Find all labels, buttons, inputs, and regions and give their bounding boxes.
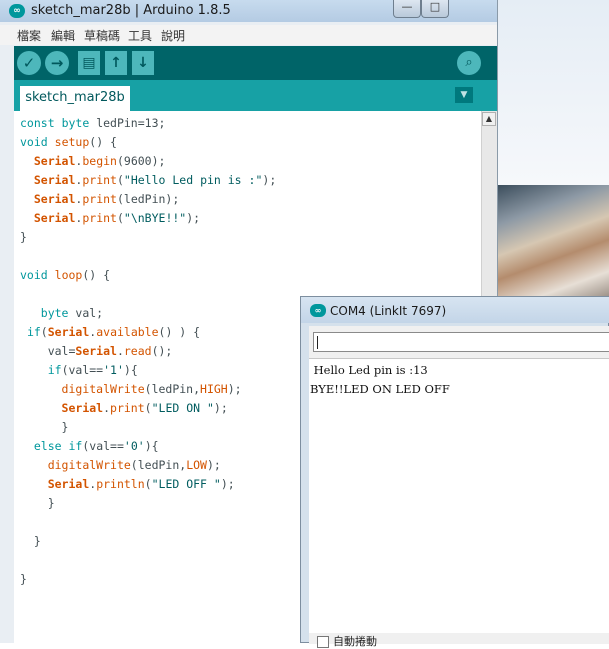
window-title: sketch_mar28b | Arduino 1.8.5 <box>31 3 231 18</box>
upload-arrow-icon[interactable]: → <box>45 51 69 75</box>
serial-output-line: Hello Led pin is :13 <box>310 363 428 377</box>
serial-output[interactable]: Hello Led pin is :13 BYE!!LED ON LED OFF <box>309 358 609 634</box>
serial-monitor-window: ∞ COM4 (LinkIt 7697) Hello Led pin is :1… <box>300 296 609 648</box>
menu-sketch[interactable]: 草稿碼 <box>84 27 120 44</box>
arduino-logo-icon: ∞ <box>310 304 326 317</box>
serial-window-title: COM4 (LinkIt 7697) <box>330 304 447 318</box>
scroll-up-arrow-icon[interactable]: ▲ <box>482 112 496 126</box>
title-bar[interactable]: ∞ sketch_mar28b | Arduino 1.8.5 — □ <box>0 0 497 22</box>
autoscroll-label: 自動捲動 <box>333 635 377 648</box>
desktop-photo <box>497 185 609 303</box>
serial-output-line: BYE!!LED ON LED OFF <box>310 382 450 396</box>
menu-help[interactable]: 說明 <box>161 27 185 44</box>
verify-check-icon[interactable]: ✓ <box>17 51 41 75</box>
serial-send-input[interactable] <box>313 332 609 352</box>
autoscroll-checkbox[interactable] <box>317 636 329 648</box>
tab-sketch[interactable]: sketch_mar28b <box>20 86 130 111</box>
arduino-logo-icon: ∞ <box>9 4 25 18</box>
minimize-button[interactable]: — <box>393 0 421 18</box>
text-caret <box>317 336 318 349</box>
maximize-button[interactable]: □ <box>421 0 449 18</box>
menu-tools[interactable]: 工具 <box>128 27 152 44</box>
serial-title-bar[interactable]: ∞ COM4 (LinkIt 7697) <box>301 297 609 323</box>
menu-edit[interactable]: 編輯 <box>51 27 75 44</box>
serial-footer: 自動捲動 <box>309 633 609 648</box>
open-arrow-up-icon[interactable]: ↑ <box>105 51 127 75</box>
toolbar: ✓ → ▤ ↑ ↓ ⌕ <box>14 46 497 80</box>
desktop-background <box>497 0 609 185</box>
menu-file[interactable]: 檔案 <box>17 27 41 44</box>
new-file-icon[interactable]: ▤ <box>78 51 100 75</box>
code-text[interactable]: const byte ledPin=13; void setup() { Ser… <box>20 114 276 589</box>
tab-menu-chevron-down-icon[interactable]: ▼ <box>455 87 473 103</box>
save-arrow-down-icon[interactable]: ↓ <box>132 51 154 75</box>
menu-bar: 檔案 編輯 草稿碼 工具 說明 <box>0 25 497 45</box>
serial-body: Hello Led pin is :13 BYE!!LED ON LED OFF… <box>309 326 609 648</box>
tab-bar: sketch_mar28b ▼ <box>14 80 497 111</box>
magnifier-icon[interactable]: ⌕ <box>457 51 481 75</box>
